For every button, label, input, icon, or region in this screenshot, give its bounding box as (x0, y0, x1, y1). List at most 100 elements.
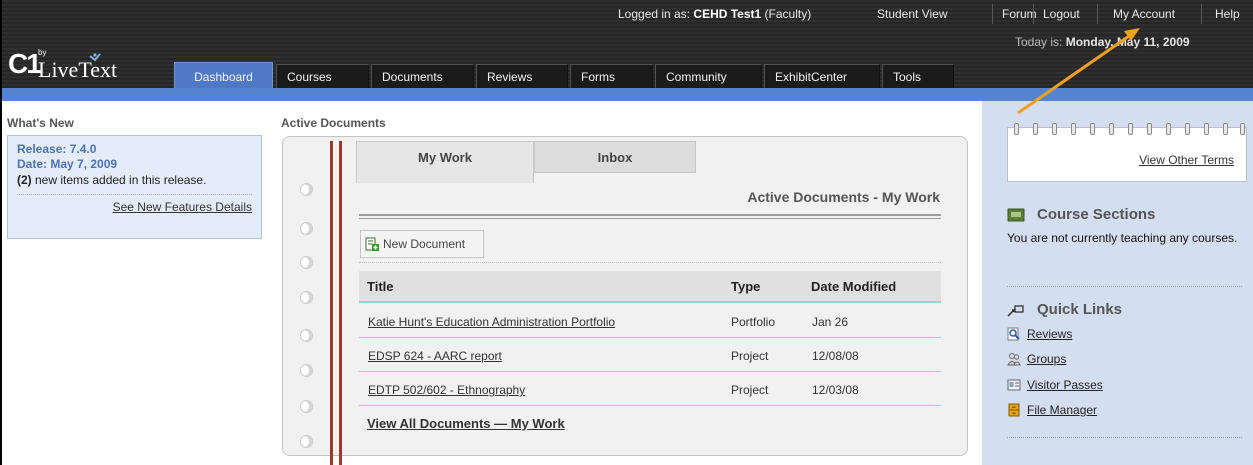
new-items-count: (2) (17, 173, 32, 187)
window-edge (0, 0, 2, 465)
binder-ring-icon (300, 400, 313, 413)
document-date: 12/08/08 (812, 349, 859, 363)
divider (1201, 4, 1202, 24)
spiral-icon (1033, 123, 1038, 135)
quick-links-icon (1007, 305, 1024, 317)
my-account-link[interactable]: My Account (1113, 7, 1175, 21)
new-document-label: New Document (383, 237, 466, 251)
column-title[interactable]: Title (367, 279, 394, 294)
release-date: Date: May 7, 2009 (17, 157, 118, 171)
new-features-link[interactable]: See New Features Details (17, 200, 252, 214)
logged-in-info: Logged in as: CEHD Test1 (Faculty) (618, 7, 811, 21)
tab-dashboard[interactable]: Dashboard (174, 62, 273, 90)
user-role: (Faculty) (764, 7, 812, 21)
quick-link-reviews[interactable]: Reviews (1007, 327, 1072, 341)
spiral-icon (1204, 123, 1209, 135)
binder-ring-icon (300, 256, 313, 269)
spiral-icon (1052, 123, 1057, 135)
new-document-button[interactable]: New Document (360, 230, 484, 258)
document-type: Project (731, 383, 769, 397)
divider (359, 262, 941, 263)
release-version: Release: 7.4.0 (17, 142, 97, 156)
top-bar: Logged in as: CEHD Test1 (Faculty) Stude… (0, 0, 1253, 28)
today-value: Monday, May 11, 2009 (1065, 35, 1190, 49)
document-date: 12/03/08 (812, 383, 859, 397)
spiral-icon (1166, 123, 1171, 135)
column-date-modified[interactable]: Date Modified (811, 279, 896, 294)
new-items-text: (2) new items added in this release. (17, 173, 252, 188)
tab-community[interactable]: Community (655, 64, 762, 88)
document-type: Portfolio (731, 315, 776, 329)
tab-courses[interactable]: Courses (276, 64, 369, 88)
view-all-documents-link[interactable]: View All Documents — My Work (367, 416, 565, 431)
documents-heading: Active Documents - My Work (747, 189, 940, 205)
binder-ring-icon (300, 183, 313, 196)
binder-ring-icon (300, 435, 313, 448)
logo-mark-icon (89, 53, 101, 62)
tab-inbox[interactable]: Inbox (534, 141, 696, 173)
nav-accent-bar (0, 88, 1253, 101)
spiral-icon (1071, 123, 1076, 135)
spiral-icon (1185, 123, 1190, 135)
binder-ring-icon (300, 291, 313, 304)
tab-reviews[interactable]: Reviews (476, 64, 568, 88)
new-items-label: new items added in this release. (31, 173, 207, 187)
new-document-icon (365, 237, 379, 251)
tab-tools[interactable]: Tools (882, 64, 954, 88)
livetext-logo[interactable]: C1 by LiveText (8, 48, 138, 84)
tab-my-work[interactable]: My Work (356, 141, 534, 183)
quick-links-title: Quick Links (1037, 301, 1123, 318)
student-view-link[interactable]: Student View (877, 7, 948, 21)
spiral-icon (1147, 123, 1152, 135)
help-link[interactable]: Help (1215, 7, 1240, 21)
divider (992, 4, 993, 24)
table-row: EDSP 624 - AARC report Project 12/08/08 (359, 339, 941, 372)
active-documents-title: Active Documents (281, 116, 386, 130)
tab-documents[interactable]: Documents (371, 64, 474, 88)
people-icon (1007, 353, 1021, 366)
quick-link-label: Visitor Passes (1027, 378, 1103, 392)
quick-link-file-manager[interactable]: File Manager (1007, 403, 1097, 417)
spiral-icon (1240, 123, 1245, 135)
binder-ring-icon (300, 329, 313, 342)
logout-link[interactable]: Logout (1043, 7, 1080, 21)
quick-link-visitor-passes[interactable]: Visitor Passes (1007, 378, 1103, 392)
divider (359, 214, 941, 219)
magnifier-icon (1007, 327, 1020, 341)
divider (1007, 437, 1242, 438)
forum-link[interactable]: Forum (1002, 7, 1037, 21)
divider (1033, 4, 1034, 24)
spiral-icon (1014, 123, 1019, 135)
today-label: Today is: (1015, 35, 1066, 49)
view-other-terms-link[interactable]: View Other Terms (1006, 153, 1234, 167)
logo-name: LiveText (38, 57, 118, 82)
divider (1097, 4, 1098, 24)
file-cabinet-icon (1008, 403, 1020, 417)
whats-new-panel: Release: 7.4.0 Date: May 7, 2009 (2) new… (7, 135, 262, 239)
tab-forms[interactable]: Forms (570, 64, 653, 88)
id-card-icon (1007, 379, 1021, 391)
spiral-icon (1223, 123, 1228, 135)
tab-exhibitcenter[interactable]: ExhibitCenter (764, 64, 880, 88)
spiral-icon (1109, 123, 1114, 135)
quick-link-groups[interactable]: Groups (1007, 352, 1066, 366)
documents-table-header: Title Type Date Modified (359, 271, 941, 303)
binder-ring-icon (300, 364, 313, 377)
document-date: Jan 26 (812, 315, 849, 329)
course-sections-title: Course Sections (1037, 206, 1156, 223)
binder-spine (339, 141, 342, 465)
column-type[interactable]: Type (731, 279, 760, 294)
course-sections-icon (1007, 208, 1025, 222)
document-type: Project (731, 349, 769, 363)
whats-new-title: What's New (7, 116, 74, 130)
logo-c1: C1 (8, 48, 42, 79)
logo-by: by (38, 48, 47, 57)
document-title-link[interactable]: EDSP 624 - AARC report (368, 349, 502, 363)
divider (1007, 286, 1242, 287)
document-title-link[interactable]: Katie Hunt's Education Administration Po… (368, 315, 615, 329)
document-title-link[interactable]: EDTP 502/602 - Ethnography (368, 383, 525, 397)
binder-spine (330, 141, 333, 465)
header: Logged in as: CEHD Test1 (Faculty) Stude… (0, 0, 1253, 90)
table-row: EDTP 502/602 - Ethnography Project 12/03… (359, 373, 941, 406)
course-sections-text: You are not currently teaching any cours… (1007, 231, 1238, 245)
